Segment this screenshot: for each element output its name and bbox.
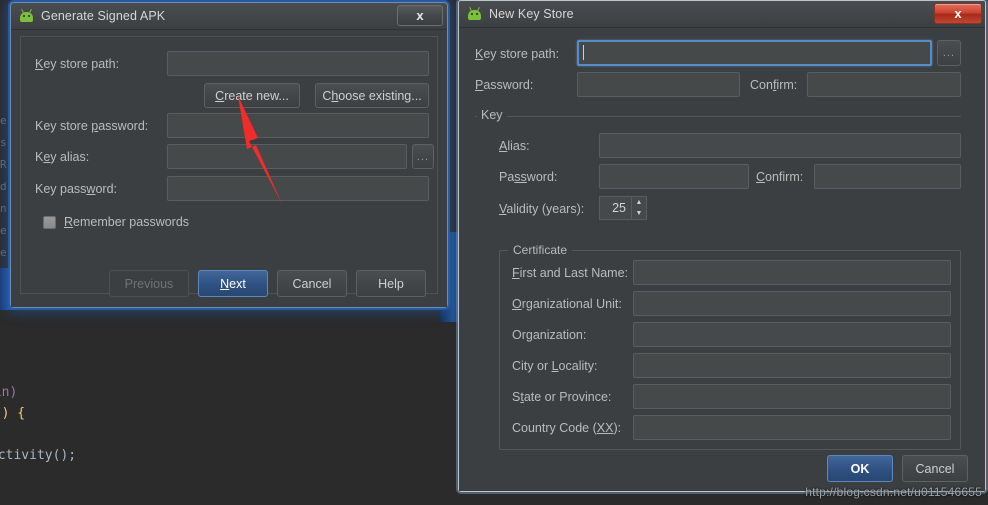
watermark-url: http://blog.csdn.net/u011546655 <box>805 485 982 499</box>
keystore-path-label: Key store path: <box>475 47 560 61</box>
code-token-call: Activity(); <box>0 448 77 463</box>
new-key-store-titlebar[interactable]: New Key Store x <box>459 1 985 28</box>
generate-signed-apk-dialog: Generate Signed APK x Key store path: Cr… <box>10 2 448 308</box>
key-confirm-label: Confirm: <box>756 170 804 184</box>
ok-button[interactable]: OK <box>827 455 893 482</box>
new-key-store-dialog: New Key Store x Key store path: ... Pass… <box>458 0 986 492</box>
remember-passwords-checkbox[interactable] <box>43 216 56 229</box>
ide-code-line-2: y() { <box>0 403 25 424</box>
android-icon <box>19 8 34 24</box>
first-and-last-name-label: First and Last Name: <box>512 266 629 280</box>
key-store-password-label: Key store password: <box>35 119 149 133</box>
create-new-button[interactable]: Create new... <box>204 83 300 108</box>
organizational-unit-input[interactable] <box>633 291 951 316</box>
chevron-down-icon[interactable]: ▼ <box>632 208 646 219</box>
generate-signed-apk-title: Generate Signed APK <box>41 9 166 23</box>
city-or-locality-label: City or Locality: <box>512 359 598 373</box>
keystore-password-input[interactable] <box>577 72 740 97</box>
key-password-label: Password: <box>499 170 558 184</box>
new-key-store-body: Key store path: ... Password: Confirm: K… <box>459 28 985 491</box>
cancel-button[interactable]: Cancel <box>277 270 347 297</box>
certificate-group: Certificate First and Last Name: Organiz… <box>499 243 961 450</box>
organizational-unit-label: Organizational Unit: <box>512 297 622 311</box>
code-token-function: y() { <box>0 406 26 421</box>
keystore-path-browse-button[interactable]: ... <box>937 40 961 66</box>
key-password-input[interactable] <box>599 164 749 189</box>
first-and-last-name-input[interactable] <box>633 260 951 285</box>
key-store-password-input[interactable] <box>167 113 429 138</box>
organization-label: Organization: <box>512 328 587 342</box>
state-or-province-input[interactable] <box>633 384 951 409</box>
key-group-title: Key <box>477 108 507 122</box>
android-icon <box>467 6 482 22</box>
text-caret <box>583 45 584 60</box>
keystore-confirm-input[interactable] <box>807 72 961 97</box>
keystore-password-label: Password: <box>475 78 534 92</box>
chevron-up-icon[interactable]: ▲ <box>632 197 646 208</box>
key-password-input[interactable] <box>167 176 429 201</box>
new-key-store-title: New Key Store <box>489 7 574 21</box>
organization-input[interactable] <box>633 322 951 347</box>
generate-signed-apk-titlebar[interactable]: Generate Signed APK x <box>11 3 447 30</box>
key-store-path-label: Key store path: <box>35 57 120 71</box>
key-alias-input[interactable] <box>167 144 407 169</box>
validity-spinner-arrows[interactable]: ▲ ▼ <box>631 197 646 219</box>
screen-root: e s R d n e e gin) y() { Activity(); Gen… <box>0 0 988 505</box>
close-icon[interactable]: x <box>934 3 982 24</box>
city-or-locality-input[interactable] <box>633 353 951 378</box>
key-alias-browse-button[interactable]: ... <box>412 144 434 169</box>
validity-spinner[interactable]: 25 ▲ ▼ <box>599 196 647 220</box>
next-button[interactable]: Next <box>198 270 268 297</box>
signed-apk-content-panel: Key store path: Create new... Choose exi… <box>20 36 438 297</box>
ide-code-line-1: gin) <box>0 382 17 403</box>
validity-label: Validity (years): <box>499 202 585 216</box>
ide-code-line-3: Activity(); <box>0 445 76 466</box>
code-token-keyword: gin) <box>0 385 18 400</box>
previous-button[interactable]: Previous <box>109 270 189 297</box>
keystore-path-input[interactable] <box>577 40 932 66</box>
generate-signed-apk-body: Key store path: Create new... Choose exi… <box>11 30 447 307</box>
certificate-group-title: Certificate <box>508 243 573 257</box>
key-password-label: Key password: <box>35 182 117 196</box>
key-confirm-input[interactable] <box>814 164 961 189</box>
help-button[interactable]: Help <box>356 270 426 297</box>
remember-passwords-label: Remember passwords <box>64 215 190 229</box>
country-code-label: Country Code (XX): <box>512 421 622 435</box>
key-group-separator <box>475 116 961 117</box>
new-key-store-cancel-button[interactable]: Cancel <box>902 455 968 482</box>
key-alias-label: Key alias: <box>35 150 90 164</box>
keystore-confirm-label: Confirm: <box>750 78 798 92</box>
key-alias-input[interactable] <box>599 133 961 158</box>
country-code-input[interactable] <box>633 415 951 440</box>
close-icon[interactable]: x <box>397 5 443 26</box>
choose-existing-button[interactable]: Choose existing... <box>315 83 429 108</box>
key-store-path-input[interactable] <box>167 51 429 76</box>
validity-value: 25 <box>612 201 626 215</box>
key-alias-label: Alias: <box>499 139 530 153</box>
state-or-province-label: State or Province: <box>512 390 612 404</box>
